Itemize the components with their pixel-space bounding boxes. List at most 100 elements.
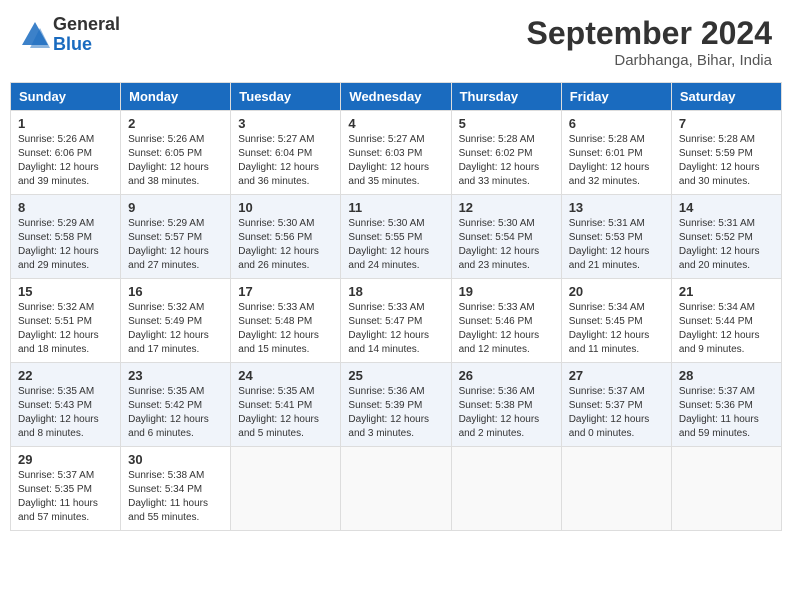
day-number: 29 (18, 452, 113, 467)
calendar-cell (671, 447, 781, 531)
day-number: 5 (459, 116, 554, 131)
column-header-saturday: Saturday (671, 83, 781, 111)
calendar-cell: 26Sunrise: 5:36 AMSunset: 5:38 PMDayligh… (451, 363, 561, 447)
header-row: SundayMondayTuesdayWednesdayThursdayFrid… (11, 83, 782, 111)
day-number: 1 (18, 116, 113, 131)
calendar-cell (341, 447, 451, 531)
calendar-week-row: 29Sunrise: 5:37 AMSunset: 5:35 PMDayligh… (11, 447, 782, 531)
day-info: Sunrise: 5:32 AMSunset: 5:51 PMDaylight:… (18, 301, 113, 357)
day-number: 22 (18, 368, 113, 383)
column-header-friday: Friday (561, 83, 671, 111)
calendar-cell: 10 Sunrise: 5:30 AMSunset: 5:56 PMDayligh… (231, 195, 341, 279)
column-header-sunday: Sunday (11, 83, 121, 111)
calendar-cell: 2 Sunrise: 5:26 AMSunset: 6:05 PMDaylight… (121, 111, 231, 195)
day-number: 2 (128, 116, 223, 131)
day-info: Sunrise: 5:28 AMSunset: 6:02 PMDaylight:… (459, 133, 554, 189)
calendar-cell: 25 Sunrise: 5:36 AMSunset: 5:39 PMDayligh… (341, 363, 451, 447)
calendar-cell: 20 Sunrise: 5:34 AMSunset: 5:45 PMDayligh… (561, 279, 671, 363)
calendar-cell: 30 Sunrise: 5:38 AMSunset: 5:34 PMDayligh… (121, 447, 231, 531)
calendar-cell: 1 Sunrise: 5:26 AMSunset: 6:06 PMDaylight… (11, 111, 121, 195)
day-info: Sunrise: 5:29 AMSunset: 5:57 PMDaylight:… (128, 217, 223, 273)
day-info: Sunrise: 5:26 AMSunset: 6:06 PMDaylight:… (18, 133, 113, 189)
calendar-header: SundayMondayTuesdayWednesdayThursdayFrid… (11, 83, 782, 111)
day-info: Sunrise: 5:32 AMSunset: 5:49 PMDaylight:… (128, 301, 223, 357)
month-title: September 2024 (527, 15, 772, 52)
day-info: Sunrise: 5:27 AMSunset: 6:03 PMDaylight:… (348, 133, 443, 189)
calendar-cell: 12Sunrise: 5:30 AMSunset: 5:54 PMDayligh… (451, 195, 561, 279)
day-number: 23 (128, 368, 223, 383)
calendar-cell: 4 Sunrise: 5:27 AMSunset: 6:03 PMDaylight… (341, 111, 451, 195)
day-number: 9 (128, 200, 223, 215)
day-number: 25 (348, 368, 443, 383)
calendar-cell: 29Sunrise: 5:37 AMSunset: 5:35 PMDayligh… (11, 447, 121, 531)
day-number: 28 (679, 368, 774, 383)
logo-blue-text: Blue (53, 35, 120, 55)
calendar-cell: 16 Sunrise: 5:32 AMSunset: 5:49 PMDayligh… (121, 279, 231, 363)
day-number: 24 (238, 368, 333, 383)
day-info: Sunrise: 5:27 AMSunset: 6:04 PMDaylight:… (238, 133, 333, 189)
day-info: Sunrise: 5:34 AMSunset: 5:44 PMDaylight:… (679, 301, 774, 357)
calendar-table: SundayMondayTuesdayWednesdayThursdayFrid… (10, 82, 782, 531)
title-area: September 2024 Darbhanga, Bihar, India (527, 15, 772, 69)
day-number: 4 (348, 116, 443, 131)
page-header: General Blue September 2024 Darbhanga, B… (10, 10, 782, 74)
day-info: Sunrise: 5:26 AMSunset: 6:05 PMDaylight:… (128, 133, 223, 189)
day-info: Sunrise: 5:33 AMSunset: 5:48 PMDaylight:… (238, 301, 333, 357)
logo-general-text: General (53, 15, 120, 35)
day-info: Sunrise: 5:28 AMSunset: 6:01 PMDaylight:… (569, 133, 664, 189)
day-number: 10 (238, 200, 333, 215)
day-info: Sunrise: 5:36 AMSunset: 5:38 PMDaylight:… (459, 385, 554, 441)
day-number: 13 (569, 200, 664, 215)
calendar-body: 1 Sunrise: 5:26 AMSunset: 6:06 PMDaylight… (11, 111, 782, 531)
day-number: 14 (679, 200, 774, 215)
calendar-cell: 14 Sunrise: 5:31 AMSunset: 5:52 PMDayligh… (671, 195, 781, 279)
day-info: Sunrise: 5:38 AMSunset: 5:34 PMDaylight:… (128, 469, 223, 525)
calendar-week-row: 22Sunrise: 5:35 AMSunset: 5:43 PMDayligh… (11, 363, 782, 447)
calendar-week-row: 8Sunrise: 5:29 AMSunset: 5:58 PMDaylight… (11, 195, 782, 279)
day-number: 8 (18, 200, 113, 215)
logo-icon (20, 20, 50, 50)
calendar-cell: 13 Sunrise: 5:31 AMSunset: 5:53 PMDayligh… (561, 195, 671, 279)
day-number: 12 (459, 200, 554, 215)
day-info: Sunrise: 5:31 AMSunset: 5:52 PMDaylight:… (679, 217, 774, 273)
day-info: Sunrise: 5:30 AMSunset: 5:56 PMDaylight:… (238, 217, 333, 273)
day-number: 18 (348, 284, 443, 299)
calendar-cell (451, 447, 561, 531)
day-number: 30 (128, 452, 223, 467)
day-number: 27 (569, 368, 664, 383)
calendar-cell (561, 447, 671, 531)
day-number: 15 (18, 284, 113, 299)
calendar-cell: 9 Sunrise: 5:29 AMSunset: 5:57 PMDaylight… (121, 195, 231, 279)
calendar-cell: 8Sunrise: 5:29 AMSunset: 5:58 PMDaylight… (11, 195, 121, 279)
day-info: Sunrise: 5:35 AMSunset: 5:42 PMDaylight:… (128, 385, 223, 441)
day-info: Sunrise: 5:33 AMSunset: 5:46 PMDaylight:… (459, 301, 554, 357)
day-number: 3 (238, 116, 333, 131)
calendar-cell: 3 Sunrise: 5:27 AMSunset: 6:04 PMDaylight… (231, 111, 341, 195)
column-header-thursday: Thursday (451, 83, 561, 111)
day-number: 16 (128, 284, 223, 299)
day-info: Sunrise: 5:37 AMSunset: 5:37 PMDaylight:… (569, 385, 664, 441)
day-number: 21 (679, 284, 774, 299)
day-info: Sunrise: 5:28 AMSunset: 5:59 PMDaylight:… (679, 133, 774, 189)
day-info: Sunrise: 5:35 AMSunset: 5:41 PMDaylight:… (238, 385, 333, 441)
day-info: Sunrise: 5:34 AMSunset: 5:45 PMDaylight:… (569, 301, 664, 357)
day-number: 17 (238, 284, 333, 299)
logo: General Blue (20, 15, 120, 55)
day-number: 20 (569, 284, 664, 299)
day-info: Sunrise: 5:31 AMSunset: 5:53 PMDaylight:… (569, 217, 664, 273)
day-info: Sunrise: 5:37 AMSunset: 5:36 PMDaylight:… (679, 385, 774, 441)
day-info: Sunrise: 5:36 AMSunset: 5:39 PMDaylight:… (348, 385, 443, 441)
calendar-cell: 18Sunrise: 5:33 AMSunset: 5:47 PMDayligh… (341, 279, 451, 363)
calendar-week-row: 1 Sunrise: 5:26 AMSunset: 6:06 PMDaylight… (11, 111, 782, 195)
calendar-cell: 22Sunrise: 5:35 AMSunset: 5:43 PMDayligh… (11, 363, 121, 447)
calendar-cell: 27 Sunrise: 5:37 AMSunset: 5:37 PMDayligh… (561, 363, 671, 447)
calendar-cell: 19Sunrise: 5:33 AMSunset: 5:46 PMDayligh… (451, 279, 561, 363)
calendar-cell: 24 Sunrise: 5:35 AMSunset: 5:41 PMDayligh… (231, 363, 341, 447)
calendar-cell: 5 Sunrise: 5:28 AMSunset: 6:02 PMDaylight… (451, 111, 561, 195)
location: Darbhanga, Bihar, India (527, 52, 772, 69)
calendar-cell: 11Sunrise: 5:30 AMSunset: 5:55 PMDayligh… (341, 195, 451, 279)
calendar-cell: 28 Sunrise: 5:37 AMSunset: 5:36 PMDayligh… (671, 363, 781, 447)
calendar-cell: 6Sunrise: 5:28 AMSunset: 6:01 PMDaylight… (561, 111, 671, 195)
calendar-cell: 15 Sunrise: 5:32 AMSunset: 5:51 PMDayligh… (11, 279, 121, 363)
calendar-week-row: 15 Sunrise: 5:32 AMSunset: 5:51 PMDayligh… (11, 279, 782, 363)
